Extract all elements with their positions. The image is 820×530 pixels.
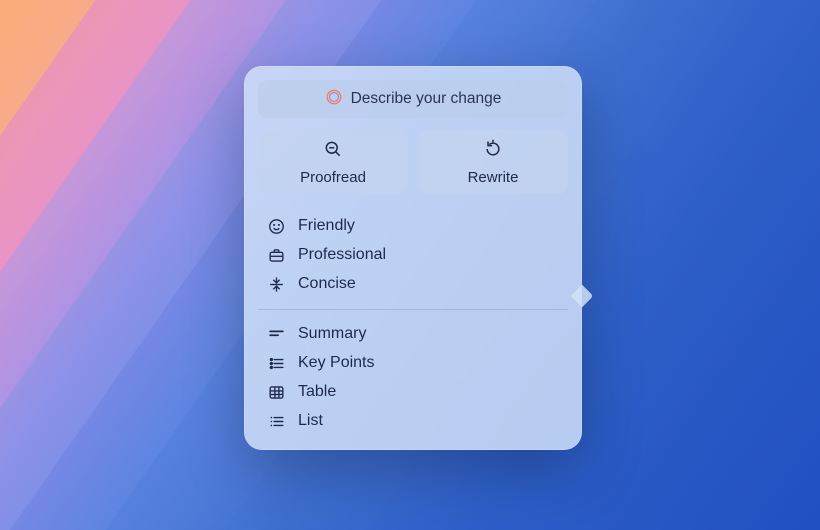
action-button-row: Proofread Rewrite <box>258 130 568 194</box>
format-section: Summary Key Points <box>244 316 582 440</box>
menu-item-label: Professional <box>298 246 386 264</box>
describe-change-placeholder: Describe your change <box>351 90 502 108</box>
menu-item-table[interactable]: Table <box>244 378 582 407</box>
table-icon <box>266 382 286 402</box>
list-icon <box>266 411 286 431</box>
describe-change-input[interactable]: Describe your change <box>258 80 568 118</box>
menu-item-label: Summary <box>298 325 366 343</box>
section-divider <box>258 309 568 310</box>
menu-item-summary[interactable]: Summary <box>244 320 582 349</box>
smiley-icon <box>266 216 286 236</box>
condense-icon <box>266 274 286 294</box>
writing-tools-panel: Describe your change Proofread Rewri <box>244 66 582 450</box>
menu-item-label: Key Points <box>298 354 374 372</box>
menu-item-label: Table <box>298 383 336 401</box>
proofread-icon <box>323 139 343 163</box>
menu-item-label: List <box>298 412 323 430</box>
tone-section: Friendly Professional <box>244 208 582 303</box>
summary-icon <box>266 324 286 344</box>
bullet-list-icon <box>266 353 286 373</box>
apple-intelligence-icon <box>325 88 343 111</box>
rewrite-icon <box>483 139 503 163</box>
menu-item-friendly[interactable]: Friendly <box>244 212 582 241</box>
proofread-button[interactable]: Proofread <box>258 130 408 194</box>
proofread-label: Proofread <box>300 169 366 186</box>
rewrite-label: Rewrite <box>468 169 519 186</box>
menu-item-list[interactable]: List <box>244 407 582 436</box>
menu-item-key-points[interactable]: Key Points <box>244 349 582 378</box>
menu-item-label: Concise <box>298 275 356 293</box>
menu-item-concise[interactable]: Concise <box>244 270 582 299</box>
menu-item-label: Friendly <box>298 217 355 235</box>
briefcase-icon <box>266 245 286 265</box>
menu-item-professional[interactable]: Professional <box>244 241 582 270</box>
rewrite-button[interactable]: Rewrite <box>418 130 568 194</box>
